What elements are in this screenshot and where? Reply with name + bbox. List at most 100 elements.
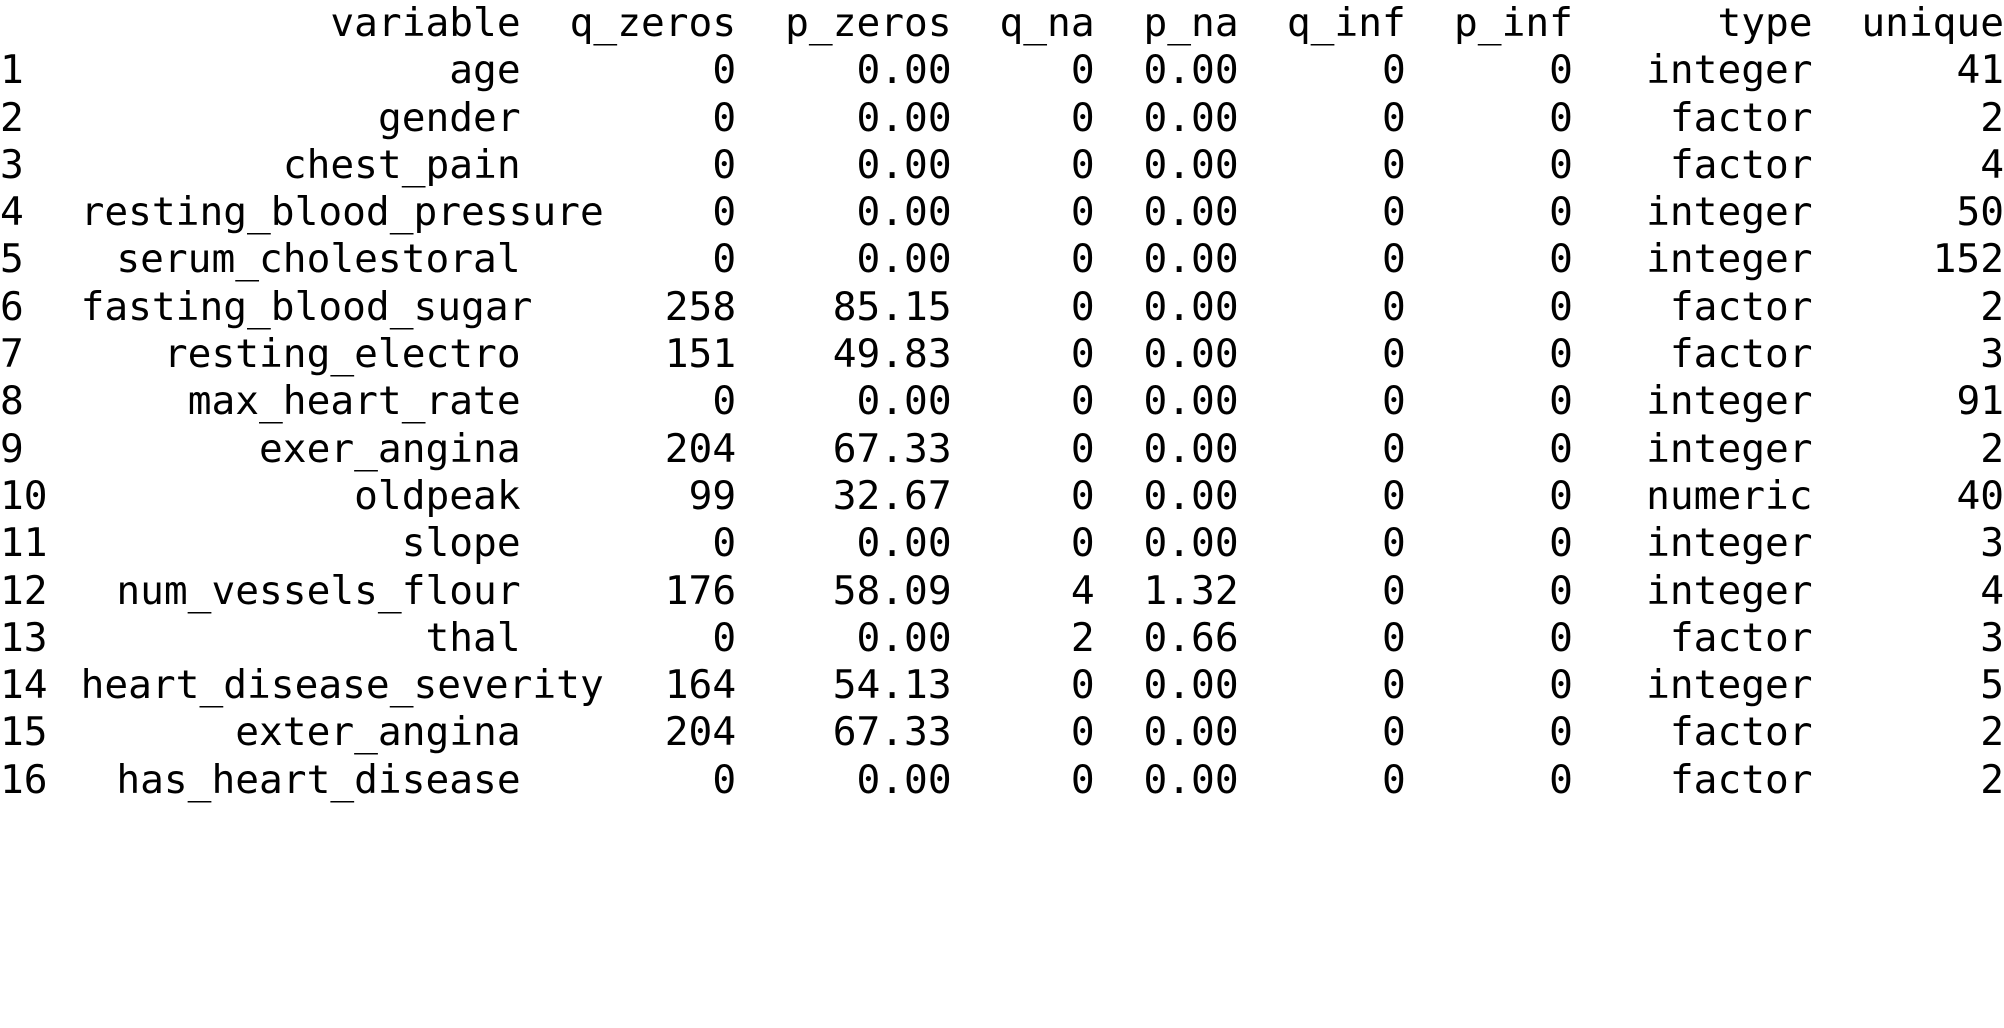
cell-q-inf: 0 [1381,378,1406,425]
cell-q-zeros: 0 [712,47,737,94]
column-header-index [0,0,81,47]
cell-unique: 3 [1980,331,2004,378]
row-index: 3 [0,141,24,188]
cell-q-zeros: 0 [712,94,737,141]
cell-p-inf: 0 [1549,378,1573,425]
row-index: 8 [0,378,24,425]
cell-type: factor [1669,614,1813,661]
row-index: 9 [0,425,24,472]
cell-type: integer [1646,425,1813,472]
cell-unique: 2 [1980,756,2004,803]
cell-p-zeros: 0.00 [856,94,952,141]
cell-q-na: 0 [1070,236,1095,283]
cell-unique: 152 [1932,236,2004,283]
cell-q-inf: 0 [1381,331,1406,378]
table-row: 7 resting_electro 151 49.83 0 0.00 0 0 factor 3 [0,331,2004,378]
cell-p-inf: 0 [1549,709,1573,756]
cell-q-na: 0 [1070,283,1095,330]
cell-type: factor [1669,141,1813,188]
cell-type: numeric [1646,472,1813,519]
table-row: 9 exer_angina 204 67.33 0 0.00 0 0 integer 2 [0,426,2004,473]
cell-p-zeros: 54.13 [832,662,952,709]
cell-q-na: 0 [1070,94,1095,141]
table-row: 12 num_vessels_flour 176 58.09 4 1.32 0 0 intege… [0,568,2004,615]
column-header-q-na: q_na [999,0,1095,46]
row-index: 16 [0,756,48,803]
cell-q-zeros: 0 [712,378,737,425]
cell-q-inf: 0 [1381,472,1406,519]
cell-type: integer [1646,47,1813,94]
cell-q-zeros: 0 [712,520,737,567]
cell-q-zeros: 99 [688,472,737,519]
cell-p-zeros: 58.09 [832,567,952,614]
data-frame-table: variable q_zeros p_zeros q_na p_na q_inf… [0,0,2004,804]
row-index: 13 [0,614,48,661]
cell-p-inf: 0 [1549,283,1573,330]
cell-p-inf: 0 [1549,756,1573,803]
cell-p-inf: 0 [1549,331,1573,378]
column-header-variable: variable [330,0,521,46]
cell-q-zeros: 204 [664,425,737,472]
row-index: 2 [0,94,24,141]
cell-variable: heart_disease_severity [80,662,604,709]
table-header-row: variable q_zeros p_zeros q_na p_na q_inf… [0,0,2004,47]
table-row: 8 max_heart_rate 0 0.00 0 0.00 0 0 integer 91 [0,378,2004,425]
column-header-p-na: p_na [1143,0,1239,46]
cell-variable: gender [377,94,521,141]
cell-q-na: 0 [1070,331,1095,378]
cell-q-inf: 0 [1381,47,1406,94]
column-header-q-zeros: q_zeros [569,0,737,46]
cell-variable: oldpeak [354,472,521,519]
row-index: 15 [0,709,48,756]
table-body: 1 age 0 0.00 0 0.00 0 0 integer 41 2 gender 0 0.00 0 0.… [0,47,2004,804]
cell-q-zeros: 0 [712,141,737,188]
cell-unique: 4 [1980,141,2004,188]
table-row: 14 heart_disease_severity 164 54.13 0 0.00 0 0 i… [0,662,2004,709]
cell-q-na: 0 [1070,756,1095,803]
cell-unique: 2 [1980,94,2004,141]
cell-p-inf: 0 [1549,189,1573,236]
cell-variable: slope [401,520,521,567]
cell-q-na: 0 [1070,709,1095,756]
cell-p-na: 0.00 [1143,94,1239,141]
table-row: 15 exter_angina 204 67.33 0 0.00 0 0 factor 2 [0,709,2004,756]
row-index: 11 [0,520,48,567]
cell-p-inf: 0 [1549,94,1573,141]
cell-p-na: 0.00 [1143,378,1239,425]
cell-q-inf: 0 [1381,662,1406,709]
cell-p-na: 0.66 [1143,614,1239,661]
cell-q-na: 0 [1070,425,1095,472]
cell-p-na: 0.00 [1143,189,1239,236]
cell-p-zeros: 67.33 [832,709,952,756]
cell-variable: serum_cholestoral [116,236,521,283]
cell-p-inf: 0 [1549,614,1573,661]
table-row: 11 slope 0 0.00 0 0.00 0 0 integer 3 [0,520,2004,567]
row-index: 14 [0,662,48,709]
cell-q-na: 0 [1070,662,1095,709]
cell-q-zeros: 151 [664,331,737,378]
cell-p-na: 0.00 [1143,472,1239,519]
cell-p-inf: 0 [1549,662,1573,709]
table-row: 1 age 0 0.00 0 0.00 0 0 integer 41 [0,47,2004,94]
cell-p-na: 0.00 [1143,662,1239,709]
cell-q-na: 0 [1070,141,1095,188]
cell-p-zeros: 32.67 [832,472,952,519]
cell-unique: 3 [1980,614,2004,661]
cell-q-inf: 0 [1381,709,1406,756]
cell-p-zeros: 0.00 [856,236,952,283]
cell-type: integer [1646,189,1813,236]
cell-unique: 4 [1980,567,2004,614]
cell-p-zeros: 0.00 [856,47,952,94]
cell-p-inf: 0 [1549,236,1573,283]
cell-p-na: 0.00 [1143,709,1239,756]
row-index: 1 [0,47,24,94]
cell-p-zeros: 0.00 [856,378,952,425]
cell-q-inf: 0 [1381,567,1406,614]
cell-variable: fasting_blood_sugar [80,283,533,330]
cell-q-zeros: 0 [712,236,737,283]
cell-variable: max_heart_rate [187,378,521,425]
cell-q-inf: 0 [1381,425,1406,472]
cell-q-inf: 0 [1381,189,1406,236]
cell-q-na: 0 [1070,189,1095,236]
cell-type: integer [1646,520,1813,567]
